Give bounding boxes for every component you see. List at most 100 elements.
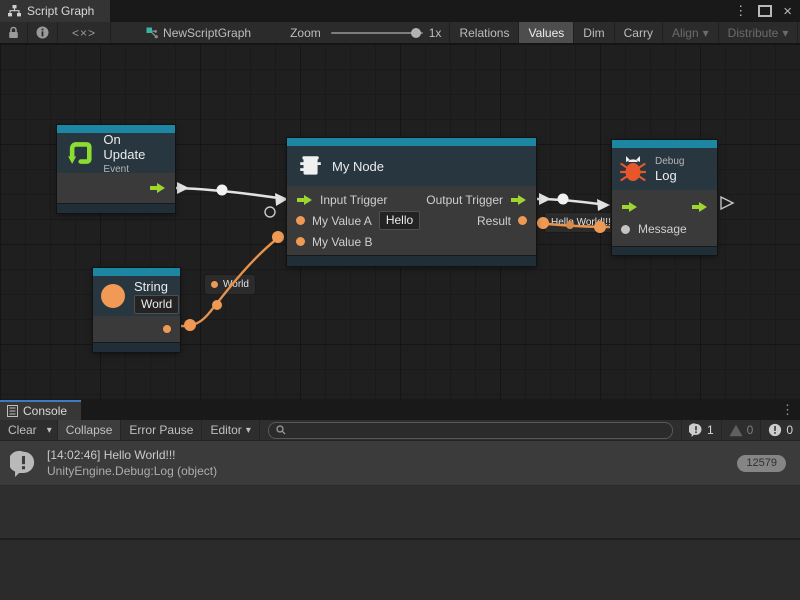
wire-endpoint-dot <box>184 319 196 331</box>
port-label: Output Trigger <box>426 193 503 207</box>
graph-asset-button[interactable]: NewScriptGraph <box>137 22 260 43</box>
align-button[interactable]: Align ▾ <box>663 22 719 43</box>
node-accent-bar <box>287 138 536 146</box>
clear-button[interactable]: Clear <box>0 420 42 440</box>
align-label: Align <box>672 26 699 40</box>
values-label: Values <box>528 26 564 40</box>
zoom-slider[interactable] <box>331 32 423 34</box>
relations-label: Relations <box>459 26 509 40</box>
zoom-label: Zoom <box>286 26 325 40</box>
exec-input-port[interactable] <box>621 201 638 213</box>
collapse-label: Collapse <box>66 423 113 437</box>
unit-machine-icon <box>297 153 323 179</box>
message-port-dot[interactable] <box>621 225 630 234</box>
port-result[interactable]: Result <box>477 214 527 228</box>
port-my-value-b[interactable]: My Value B <box>296 235 372 249</box>
console-log-list[interactable]: [14:02:46] Hello World!!! UnityEngine.De… <box>0 441 800 538</box>
string-literal-icon <box>101 284 125 308</box>
node-on-update[interactable]: On Update Event <box>57 125 175 213</box>
chevron-down-icon: ▾ <box>782 26 788 40</box>
node-footer <box>57 203 175 213</box>
unity-editor-window: Script Graph ⋮ × <×> NewScriptGraph Zoom… <box>0 0 800 600</box>
info-count: 1 <box>707 423 714 437</box>
console-tabstrip: Console ⋮ <box>0 400 800 420</box>
graph-tab-label: Script Graph <box>27 4 94 18</box>
exec-output-port[interactable] <box>149 182 166 194</box>
exec-wire-onupdate-mynode <box>176 188 285 199</box>
info-bubble-icon <box>689 423 703 437</box>
node-accent-bar <box>612 140 717 148</box>
console-menu-icon[interactable]: ⋮ <box>781 402 794 418</box>
search-input[interactable] <box>291 424 665 437</box>
maximize-icon[interactable] <box>758 5 772 17</box>
chevron-down-icon: ▾ <box>246 425 251 436</box>
carry-button[interactable]: Carry <box>615 22 663 43</box>
node-title: My Node <box>332 159 384 174</box>
close-icon[interactable]: × <box>783 3 792 20</box>
relations-button[interactable]: Relations <box>449 22 519 43</box>
value-output-port[interactable] <box>163 325 171 333</box>
wire-flow-dot <box>558 194 569 205</box>
clear-dropdown-button[interactable]: ▾ <box>42 420 58 440</box>
node-footer <box>93 342 180 352</box>
my-value-a-input[interactable]: Hello <box>379 211 420 230</box>
exec-output-port[interactable] <box>510 194 527 206</box>
node-debug-log[interactable]: Debug Log Message <box>612 140 717 255</box>
exec-input-port[interactable] <box>296 194 313 206</box>
exec-output-port[interactable] <box>691 201 708 213</box>
zoom-value: 1x <box>429 26 450 40</box>
window-controls: ⋮ × <box>734 0 792 22</box>
window-menu-icon[interactable]: ⋮ <box>734 3 747 19</box>
value-port-dot[interactable] <box>296 216 305 225</box>
distribute-label: Distribute <box>728 26 779 40</box>
port-input-trigger[interactable]: Input Trigger <box>296 193 387 207</box>
log-message: [14:02:46] Hello World!!! <box>47 448 727 462</box>
value-port-dot[interactable] <box>518 216 527 225</box>
info-button[interactable] <box>28 22 58 43</box>
wire-value-label-world: World <box>204 274 256 295</box>
node-title: On Update <box>103 132 165 162</box>
chevron-down-icon: ▾ <box>703 26 709 40</box>
tab-console[interactable]: Console <box>0 400 81 420</box>
tab-script-graph[interactable]: Script Graph <box>0 0 110 22</box>
port-label: My Value A <box>312 214 372 228</box>
console-detail-pane <box>0 540 800 600</box>
graph-hierarchy-icon <box>8 5 21 17</box>
port-label: Result <box>477 214 511 228</box>
empty-port-triangle <box>721 197 733 209</box>
console-search-box[interactable] <box>268 422 673 439</box>
info-count-button[interactable]: 1 <box>681 420 721 440</box>
error-count-button[interactable]: 0 <box>760 420 800 440</box>
clear-label: Clear <box>8 423 37 437</box>
node-string[interactable]: String World <box>93 268 180 352</box>
string-value-input[interactable]: World <box>134 295 179 314</box>
port-my-value-a[interactable]: My Value A Hello <box>296 211 420 230</box>
graph-toolbar: <×> NewScriptGraph Zoom 1x Relations Val… <box>0 22 800 44</box>
editor-label: Editor <box>210 423 241 437</box>
graph-canvas[interactable]: World Hello World!!! <box>0 44 800 399</box>
edit-code-button[interactable]: <×> <box>58 22 111 43</box>
lock-button[interactable] <box>0 22 28 43</box>
log-entry-row[interactable]: [14:02:46] Hello World!!! UnityEngine.De… <box>0 441 800 486</box>
error-pause-button[interactable]: Error Pause <box>121 420 202 440</box>
lock-icon <box>8 26 19 39</box>
port-output-trigger[interactable]: Output Trigger <box>426 193 527 207</box>
dim-button[interactable]: Dim <box>574 22 614 43</box>
warning-count-button[interactable]: 0 <box>721 420 761 440</box>
collapse-count-badge: 12579 <box>737 455 786 472</box>
editor-dropdown-button[interactable]: Editor ▾ <box>202 420 259 440</box>
node-my-node[interactable]: My Node Input Trigger Output Trigger <box>287 138 536 266</box>
distribute-button[interactable]: Distribute▾ <box>719 22 799 43</box>
value-port-dot[interactable] <box>296 237 305 246</box>
collapse-button[interactable]: Collapse <box>58 420 122 440</box>
node-accent-bar <box>93 268 180 276</box>
exec-wire-mynode-debuglog <box>537 199 606 205</box>
wire-flow-dot <box>217 185 228 196</box>
zoom-slider-handle[interactable] <box>411 28 421 38</box>
console-icon <box>7 405 18 417</box>
chevron-down-icon: ▾ <box>47 425 52 436</box>
error-pause-label: Error Pause <box>129 423 193 437</box>
code-icon: <×> <box>72 26 96 40</box>
info-icon <box>36 26 49 39</box>
values-button[interactable]: Values <box>519 22 574 43</box>
